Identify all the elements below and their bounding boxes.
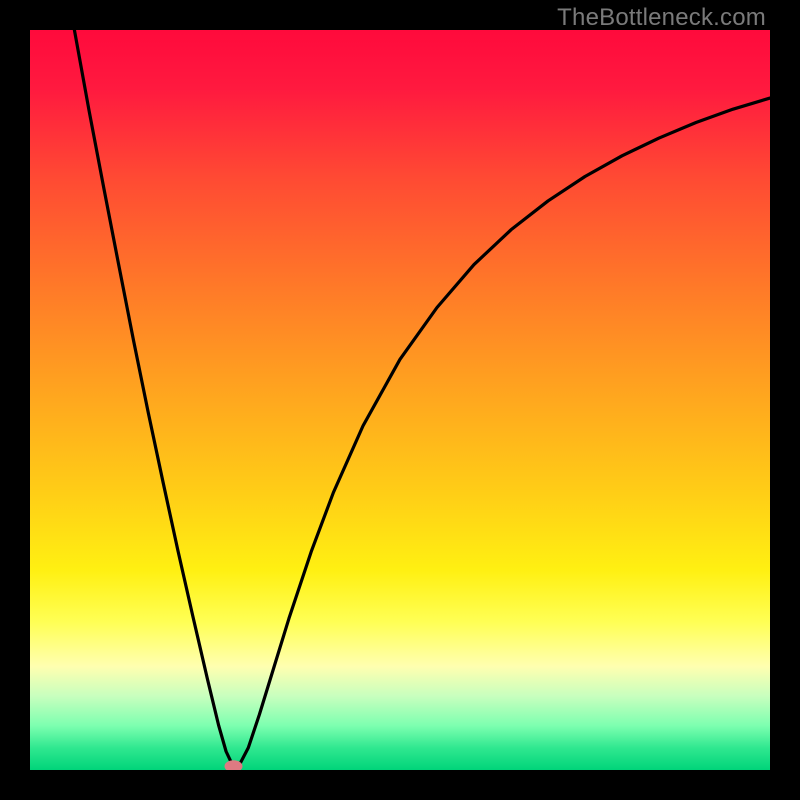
watermark-label: TheBottleneck.com bbox=[557, 4, 766, 32]
chart-frame bbox=[0, 0, 800, 800]
